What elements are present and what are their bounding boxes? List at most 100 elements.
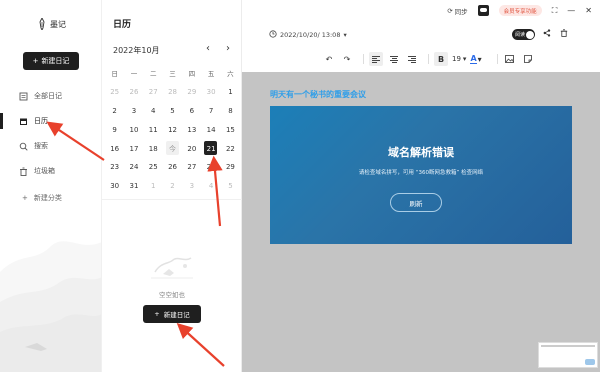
weekday-header: 六 <box>227 70 234 79</box>
calendar-day[interactable]: 3 <box>124 102 143 121</box>
minimize-icon[interactable]: — <box>567 6 575 15</box>
datetime-selector[interactable]: 2022/10/20/ 13:08 ▾ <box>269 30 347 40</box>
font-size-value: 19 <box>452 55 461 63</box>
calendar-day[interactable]: 27 <box>182 158 201 177</box>
text-color-select[interactable]: A ▾ <box>470 54 482 64</box>
sticky-note-icon[interactable] <box>521 52 535 66</box>
calendar-day[interactable]: 3 <box>182 177 201 196</box>
undo-icon[interactable]: ↶ <box>322 52 336 66</box>
vip-badge[interactable]: 会员专享功能 <box>498 5 542 16</box>
calendar-day[interactable]: 10 <box>124 120 143 139</box>
error-description: 请检查域名拼写，可用 “360断网急救箱” 检查网络 <box>358 170 484 176</box>
calendar-day[interactable]: 2 <box>105 102 124 121</box>
calendar-day[interactable]: 28 <box>201 158 220 177</box>
document-title[interactable]: 明天有一个秘书的重要会议 <box>270 89 366 100</box>
align-center-icon[interactable] <box>387 52 401 66</box>
calendar-day[interactable]: 20 <box>182 139 201 158</box>
calendar-day[interactable]: 15 <box>221 120 240 139</box>
calendar-day[interactable]: 22 <box>221 139 240 158</box>
calendar-day[interactable]: 18 <box>144 139 163 158</box>
toolbar-divider <box>363 54 364 64</box>
refresh-button[interactable]: 刷新 <box>390 193 442 212</box>
calendar-day[interactable]: 4 <box>144 102 163 121</box>
calendar-day[interactable]: 9 <box>105 120 124 139</box>
calendar-day[interactable]: 8 <box>221 102 240 121</box>
calendar-day[interactable]: 6 <box>182 102 201 121</box>
align-right-icon[interactable] <box>405 52 419 66</box>
delete-icon[interactable] <box>560 29 568 39</box>
error-title: 域名解析错误 <box>388 146 454 159</box>
calendar-day[interactable]: 1 <box>144 177 163 196</box>
caret-down-icon: ▾ <box>477 54 482 64</box>
new-category-label: 新建分类 <box>33 194 62 202</box>
sidebar-item-trash[interactable]: 垃圾箱 <box>19 165 62 177</box>
editor-area: ⟳ 同步 会员专享功能 ⛶ — ✕ 2022/10/20/ 13:08 ▾ 阅读… <box>242 0 600 372</box>
sidebar-item-label: 日历 <box>34 117 48 125</box>
sidebar-item-calendar[interactable]: 日历 <box>0 113 62 129</box>
calendar-day[interactable]: 17 <box>124 139 143 158</box>
caret-down-icon: ▾ <box>462 55 467 63</box>
calendar-day[interactable]: 14 <box>201 120 220 139</box>
calendar-day[interactable]: 31 <box>124 177 143 196</box>
calendar-day[interactable]: 26 <box>163 158 182 177</box>
read-mode-toggle[interactable]: 阅读 <box>512 29 535 40</box>
calendar-day[interactable]: 29 <box>182 83 201 102</box>
calendar-title: 日历 <box>113 20 132 30</box>
window-topbar: ⟳ 同步 会员专享功能 ⛶ — ✕ <box>447 5 592 16</box>
share-icon[interactable] <box>543 29 551 39</box>
document-canvas[interactable]: 明天有一个秘书的重要会议 域名解析错误 请检查域名拼写，可用 “360断网急救箱… <box>242 72 600 372</box>
note-icon <box>19 92 28 101</box>
calendar-day[interactable]: 30 <box>105 177 124 196</box>
next-month-chevron-icon[interactable]: › <box>226 43 230 54</box>
calendar-day[interactable]: 16 <box>105 139 124 158</box>
weekday-header: 五 <box>207 70 215 79</box>
calendar-day[interactable]: 7 <box>201 102 220 121</box>
calendar-day[interactable]: 11 <box>144 120 163 139</box>
weekday-header: 四 <box>188 70 196 79</box>
calendar-day-selected[interactable]: 21 <box>201 139 220 158</box>
calendar-day[interactable]: 2 <box>163 177 182 196</box>
sync-label: 同步 <box>454 7 468 16</box>
calendar-day[interactable]: 26 <box>124 83 143 102</box>
close-icon[interactable]: ✕ <box>585 6 592 15</box>
panel-new-diary-button[interactable]: + 新建日记 <box>143 305 201 323</box>
plus-icon: + <box>32 57 39 65</box>
weekday-header: 三 <box>169 70 176 79</box>
sidebar-item-all-notes[interactable]: 全部日记 <box>19 90 62 102</box>
weekday-header: 二 <box>149 70 157 79</box>
calendar-day[interactable]: 5 <box>163 102 182 121</box>
calendar-grid: 日一二三四五六 25 26 27 28 29 30 1 2 3 4 5 6 7 8 9 10 11 12 13 14 15… <box>105 64 240 196</box>
divider <box>102 199 242 200</box>
calendar-day[interactable]: 23 <box>105 158 124 177</box>
new-category-button[interactable]: + 新建分类 <box>22 193 62 203</box>
calendar-day[interactable]: 5 <box>221 177 240 196</box>
calendar-day[interactable]: 1 <box>221 83 240 102</box>
calendar-day[interactable]: 27 <box>144 83 163 102</box>
sync-button[interactable]: ⟳ 同步 <box>447 6 467 16</box>
toolbar-divider <box>428 54 429 64</box>
bold-icon[interactable]: B <box>434 52 448 66</box>
new-diary-label: 新建日记 <box>41 57 70 65</box>
fullscreen-icon[interactable]: ⛶ <box>552 6 558 16</box>
image-icon[interactable] <box>503 52 517 66</box>
calendar-day[interactable]: 13 <box>182 120 201 139</box>
font-size-select[interactable]: 19 ▾ <box>452 55 466 63</box>
calendar-day[interactable]: 25 <box>105 83 124 102</box>
prev-month-chevron-icon[interactable]: ‹ <box>206 43 210 54</box>
new-diary-button[interactable]: + 新建日记 <box>23 52 79 70</box>
align-left-icon[interactable] <box>369 52 383 66</box>
sidebar-item-search[interactable]: 搜索 <box>19 140 62 152</box>
calendar-day[interactable]: 30 <box>201 83 220 102</box>
caret-down-icon: ▾ <box>343 31 347 39</box>
redo-icon[interactable]: ↷ <box>340 52 354 66</box>
calendar-day-today[interactable]: 今 <box>163 139 182 158</box>
calendar-day[interactable]: 4 <box>201 177 220 196</box>
avatar[interactable] <box>477 5 489 16</box>
calendar-day[interactable]: 12 <box>163 120 182 139</box>
calendar-day[interactable]: 24 <box>124 158 143 177</box>
calendar-day[interactable]: 29 <box>221 158 240 177</box>
pen-logo-icon <box>38 18 46 30</box>
search-icon <box>19 142 28 151</box>
calendar-day[interactable]: 28 <box>163 83 182 102</box>
calendar-day[interactable]: 25 <box>144 158 163 177</box>
